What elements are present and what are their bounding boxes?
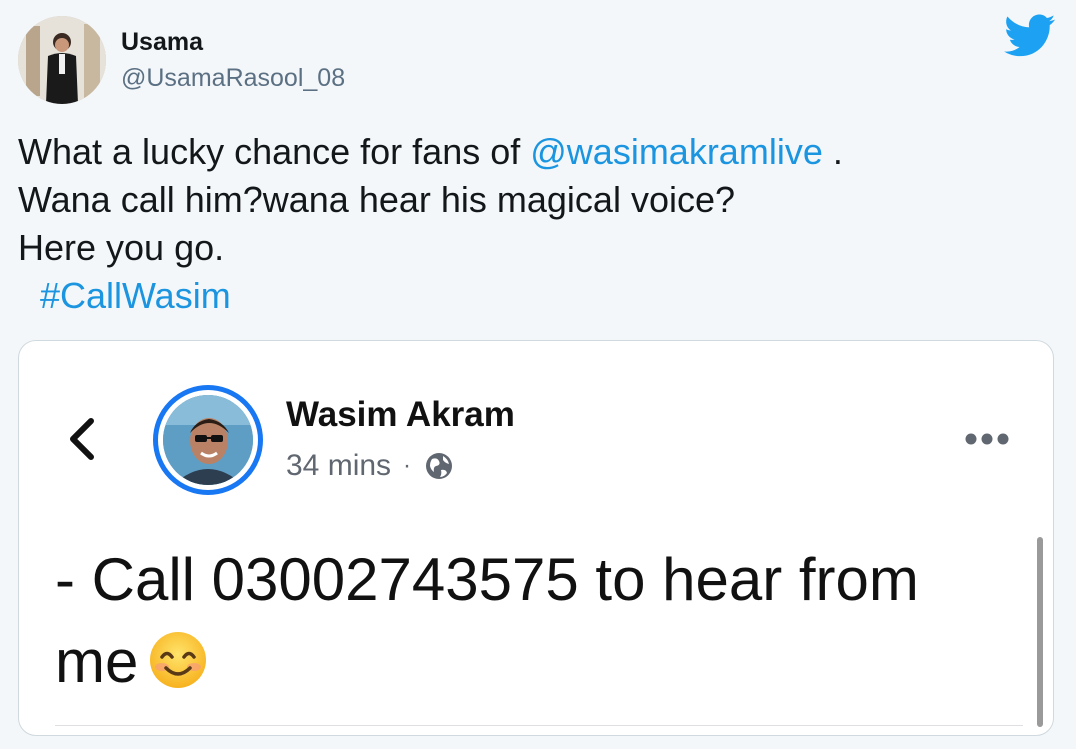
tweet-text-segment: . (822, 131, 843, 172)
tweet-text-line-1: What a lucky chance for fans of @wasimak… (18, 128, 843, 176)
post-meta: 34 mins · (286, 449, 455, 483)
post-timestamp[interactable]: 34 mins (286, 449, 391, 483)
post-author-name[interactable]: Wasim Akram (286, 395, 515, 435)
globe-icon[interactable] (423, 450, 455, 482)
post-author-avatar-photo (163, 395, 253, 485)
tweet-text: What a lucky chance for fans of @wasimak… (18, 128, 843, 320)
tweet-text-line-2: Wana call him?wana hear his magical voic… (18, 179, 736, 220)
scrollbar[interactable] (1037, 537, 1043, 727)
author-handle[interactable]: @UsamaRasool_08 (121, 64, 345, 93)
author-name[interactable]: Usama (121, 28, 203, 57)
chevron-left-icon[interactable] (65, 417, 101, 461)
author-avatar-photo (18, 16, 106, 104)
twitter-bird-icon[interactable] (1004, 14, 1056, 58)
meta-separator: · (403, 452, 412, 479)
post-author-avatar[interactable] (153, 385, 263, 495)
smiling-face-emoji (150, 632, 207, 688)
embedded-post-card[interactable]: Wasim Akram 34 mins · - Call 03002743575… (18, 340, 1054, 736)
hashtag-link[interactable]: #CallWasim (40, 275, 231, 316)
mention-link[interactable]: @wasimakramlive (530, 131, 823, 172)
divider (55, 725, 1023, 726)
tweet-text-segment: What a lucky chance for fans of (18, 131, 531, 172)
more-dots-icon[interactable] (963, 431, 1011, 447)
tweet-text-line-3: Here you go. (18, 227, 225, 268)
author-avatar[interactable] (18, 16, 106, 104)
tweet-text-line-4: #CallWasim (18, 272, 843, 320)
post-body: - Call 03002743575 to hear from me (55, 539, 1015, 703)
